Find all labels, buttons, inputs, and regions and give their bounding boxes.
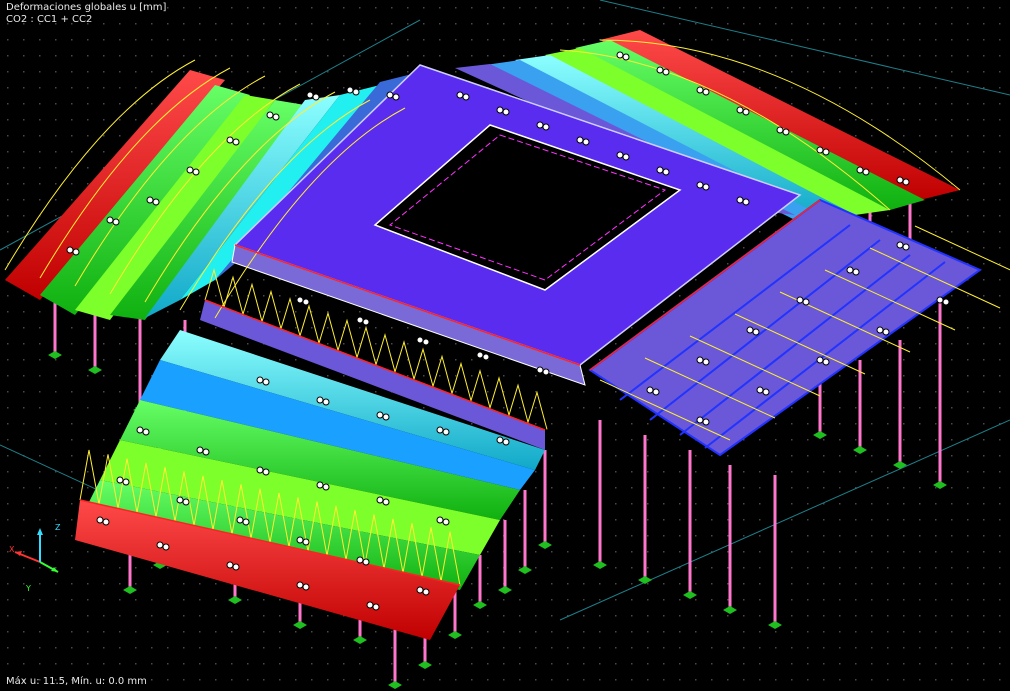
result-title: Deformaciones globales u [mm]	[6, 2, 167, 13]
max-min-readout: Máx u: 11.5, Mín. u: 0.0 mm	[6, 676, 147, 687]
axis-y-label: Y	[26, 584, 31, 593]
axis-x-label: X	[9, 545, 15, 554]
structure-model[interactable]	[0, 0, 1010, 691]
axis-z-label: Z	[55, 523, 61, 532]
3d-viewport[interactable]: X Y Z Deformaciones globales u [mm] CO2 …	[0, 0, 1010, 691]
load-combination-label: CO2 : CC1 + CC2	[6, 14, 93, 25]
